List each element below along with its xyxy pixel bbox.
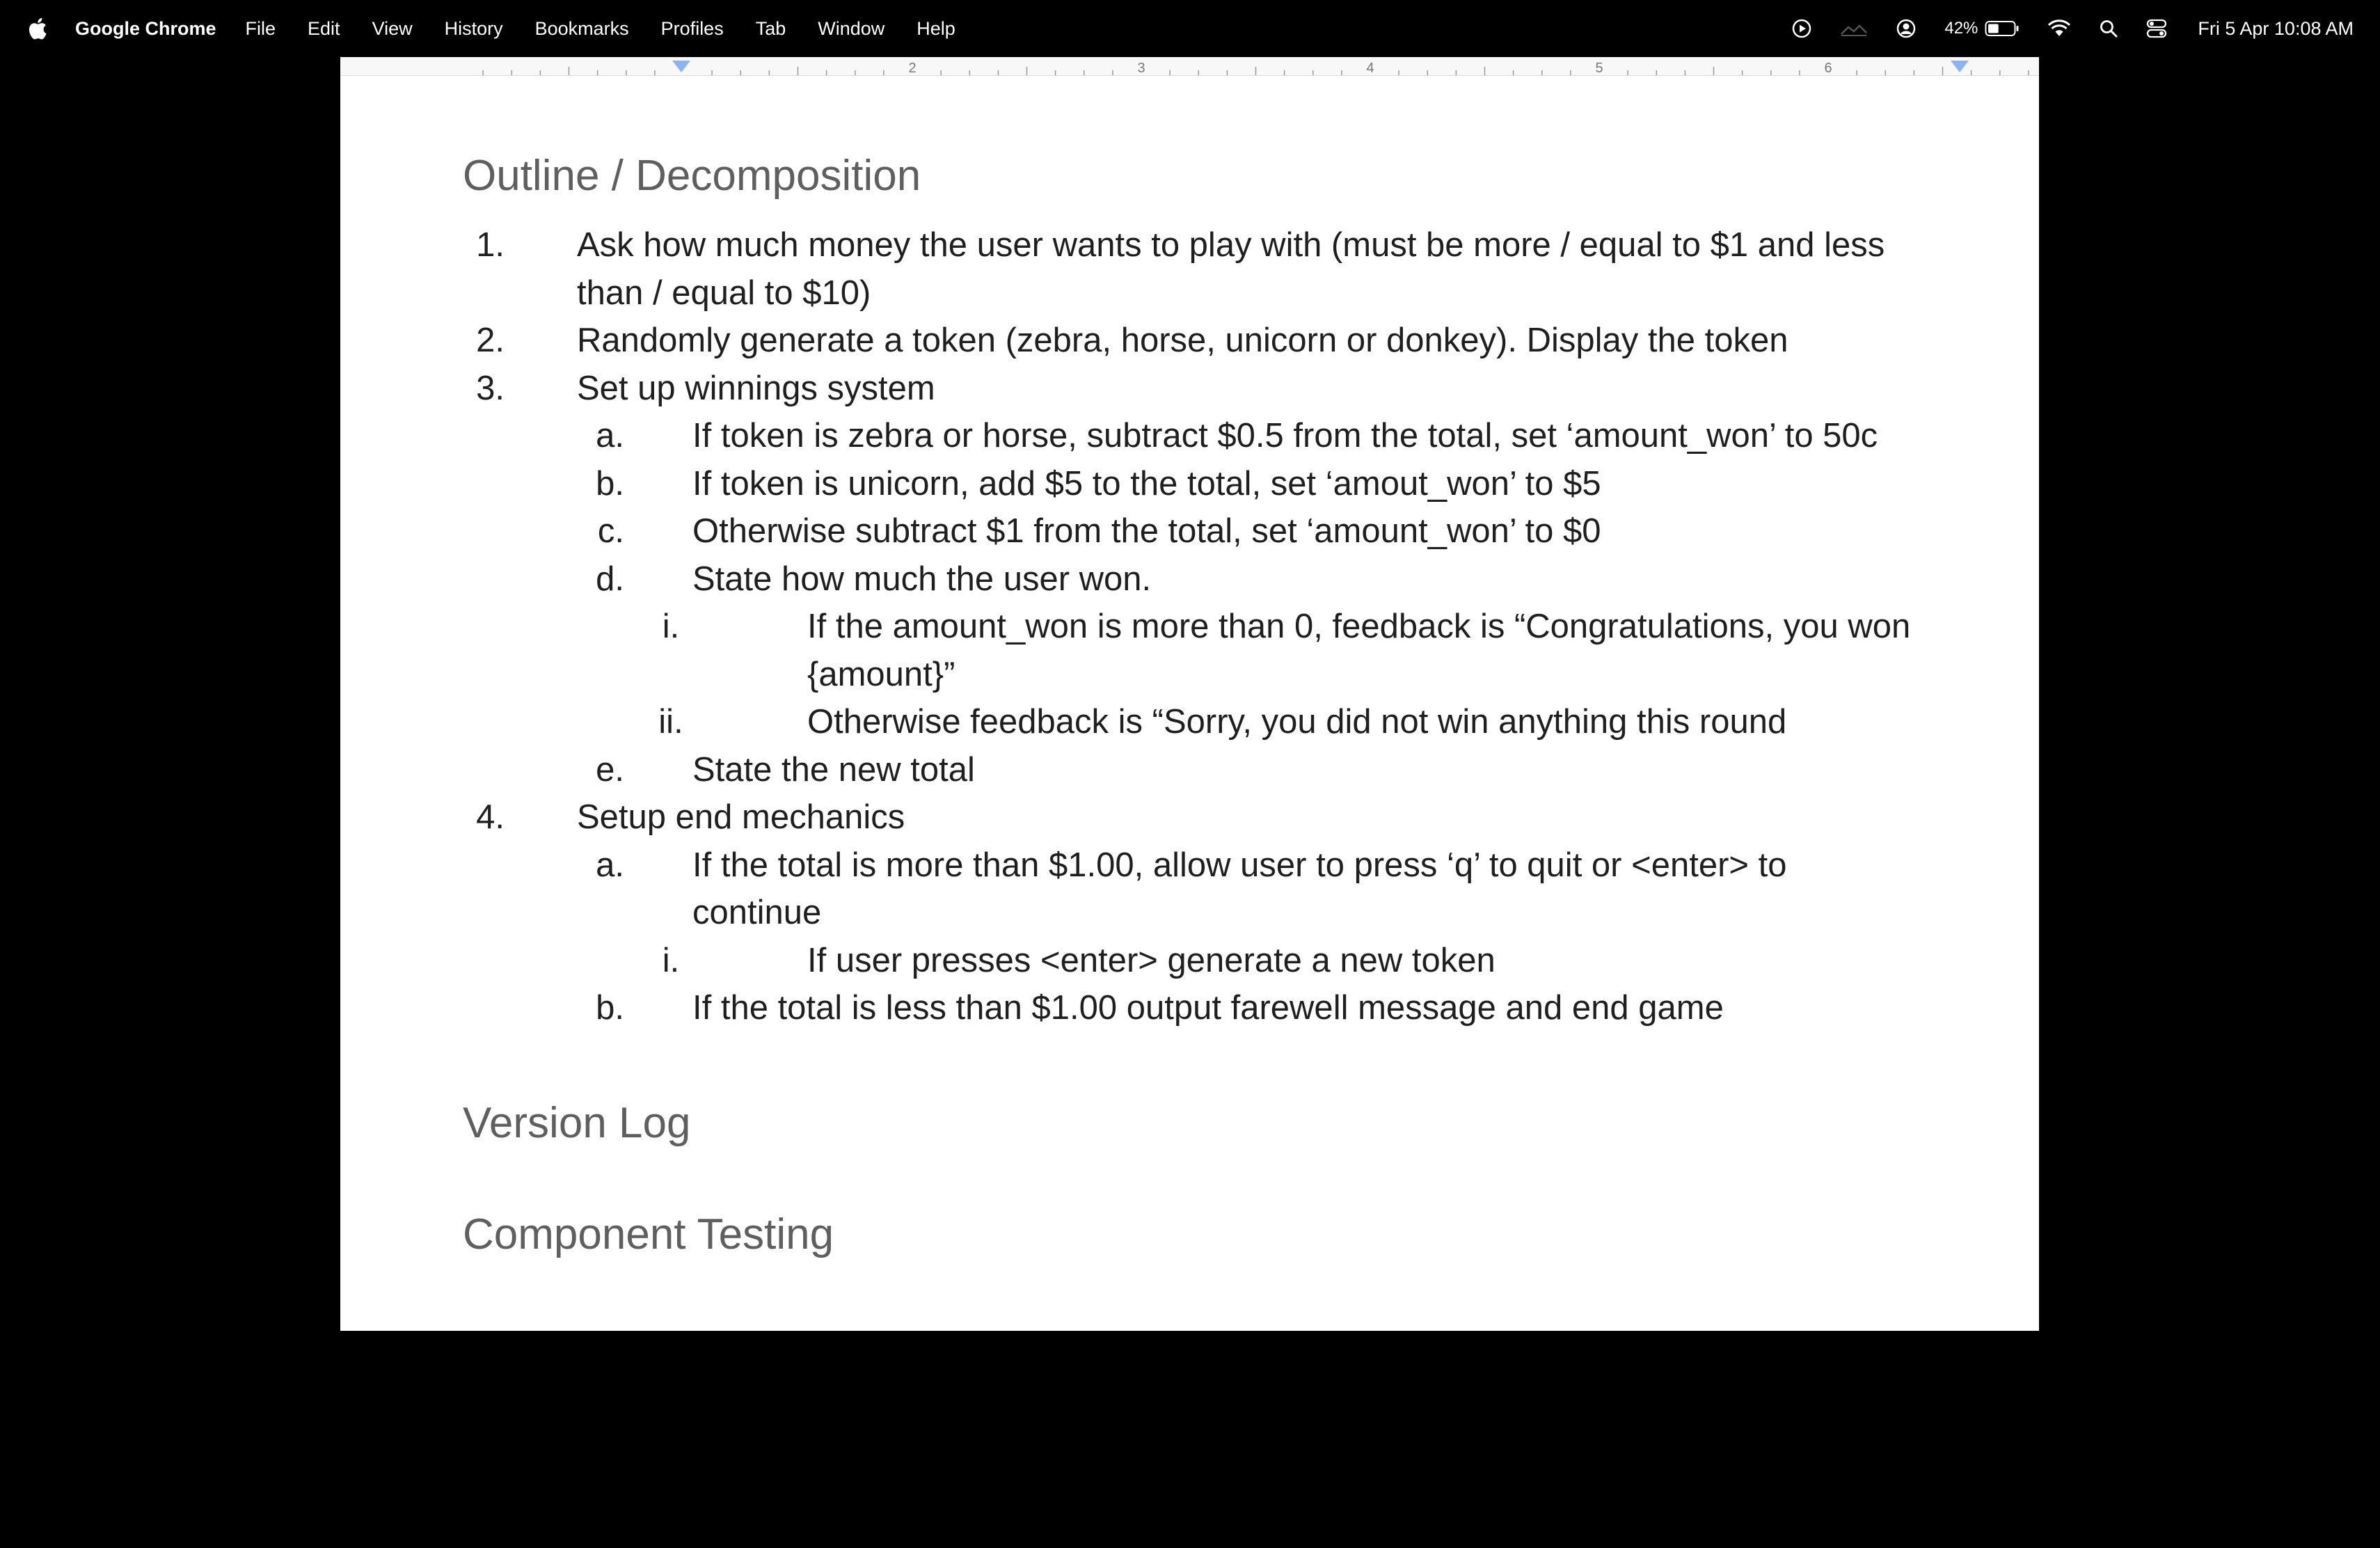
ruler-scale: 2 3 4 5 6 [482,61,2029,75]
list-number: 3. [476,369,505,407]
list-item-text: If token is unicorn, add $5 to the total… [692,464,1601,503]
battery-percent: 42% [1944,19,1978,38]
menu-app-name[interactable]: Google Chrome [75,18,216,40]
menu-bar-status: 42% Fri 5 Apr 10:08 AM [1763,0,2354,57]
outline-list: 1. Ask how much money the user wants to … [463,221,1959,1032]
menu-file[interactable]: File [246,18,276,40]
menu-bar-clock[interactable]: Fri 5 Apr 10:08 AM [2198,18,2354,40]
list-number: 2. [476,322,505,359]
list-item-text: Setup end mechanics [577,798,905,836]
list-item: i. If user presses <enter> generate a ne… [340,937,1959,985]
horizontal-ruler[interactable]: 2 3 4 5 6 [340,57,2039,76]
list-item: a. If token is zebra or horse, subtract … [340,412,1959,460]
menu-bookmarks[interactable]: Bookmarks [535,18,629,40]
heading-outline-decomposition: Outline / Decomposition [463,152,921,200]
macos-menu-bar: Google Chrome File Edit View History Boo… [0,0,2380,57]
ruler-number-5: 5 [1595,61,1603,75]
list-letter: a. [596,417,624,455]
battery-icon [1985,21,2019,36]
menu-bar-left: Google Chrome File Edit View History Boo… [26,0,987,57]
menu-edit[interactable]: Edit [308,18,340,40]
list-number: 4. [476,798,505,836]
heading-component-testing: Component Testing [463,1210,834,1258]
document-canvas: 2 3 4 5 6 Outline / Decomposition 1. Ask… [340,57,2039,1331]
list-item-text: Otherwise feedback is “Sorry, you did no… [807,703,1787,741]
menu-help[interactable]: Help [917,18,955,40]
menu-profiles[interactable]: Profiles [661,18,724,40]
list-letter: d. [596,560,624,598]
list-item-text: State how much the user won. [692,560,1152,598]
list-item-text: If token is zebra or horse, subtract $0.… [692,417,1878,455]
menu-view[interactable]: View [372,18,413,40]
list-letter: b. [596,989,624,1027]
list-item-text-continued: {amount}” [807,655,955,693]
list-item: b. If the total is less than $1.00 outpu… [340,984,1959,1032]
battery-status[interactable]: 42% [1944,19,2020,38]
list-letter: a. [596,846,624,884]
list-item: i. If the amount_won is more than 0, fee… [340,603,1959,698]
list-roman: ii. [658,703,683,741]
list-item-text: If the total is more than $1.00, allow u… [692,846,1787,884]
heading-version-log: Version Log [463,1098,691,1147]
list-item: c. Otherwise subtract $1 from the total,… [340,507,1959,555]
list-item-text: Otherwise subtract $1 from the total, se… [692,512,1601,550]
list-item-text: Randomly generate a token (zebra, horse,… [577,322,1788,359]
list-number: 1. [476,226,505,264]
list-item-text-continued: than / equal to $10) [577,274,871,312]
menu-tab[interactable]: Tab [756,18,786,40]
ruler-number-3: 3 [1137,61,1145,75]
control-center-icon[interactable] [2146,19,2167,38]
list-item: ii. Otherwise feedback is “Sorry, you di… [340,698,1959,746]
list-item: a. If the total is more than $1.00, allo… [340,842,1959,937]
list-item-text: Ask how much money the user wants to pla… [577,226,1885,264]
spotlight-search-icon[interactable] [2099,19,2118,38]
list-item: 3. Set up winnings system [340,365,1959,413]
document-page: Outline / Decomposition 1. Ask how much … [463,155,1959,1256]
list-letter: c. [597,512,624,550]
right-indent-marker-icon[interactable] [1951,61,1969,72]
list-item: d. State how much the user won. [340,555,1959,603]
screen-recording-icon[interactable] [1791,18,1812,39]
menu-history[interactable]: History [445,18,503,40]
ruler-number-6: 6 [1824,61,1832,75]
menu-window[interactable]: Window [818,18,884,40]
list-item-text: If the amount_won is more than 0, feedba… [807,608,1911,645]
list-item: b. If token is unicorn, add $5 to the to… [340,460,1959,508]
list-item-text: Set up winnings system [577,369,935,407]
list-item: e. State the new total [340,746,1959,794]
ruler-number-2: 2 [908,61,916,75]
ruler-number-4: 4 [1366,61,1374,75]
list-roman: i. [662,608,680,645]
list-roman: i. [662,941,680,979]
wifi-icon[interactable] [2047,19,2071,38]
dimmed-status-icon[interactable] [1840,20,1868,37]
list-item-text: If the total is less than $1.00 output f… [692,989,1724,1027]
list-item-text-continued: continue [692,894,822,931]
list-item-text: If user presses <enter> generate a new t… [807,941,1496,979]
list-item: 4. Setup end mechanics [340,793,1959,842]
user-account-icon[interactable] [1896,18,1917,39]
apple-logo-icon[interactable] [26,16,47,41]
list-letter: b. [596,464,624,503]
list-letter: e. [596,750,624,789]
list-item-text: State the new total [692,750,975,789]
list-item: 1. Ask how much money the user wants to … [340,221,1959,317]
list-item: 2. Randomly generate a token (zebra, hor… [340,317,1959,365]
left-indent-marker-icon[interactable] [672,61,690,72]
